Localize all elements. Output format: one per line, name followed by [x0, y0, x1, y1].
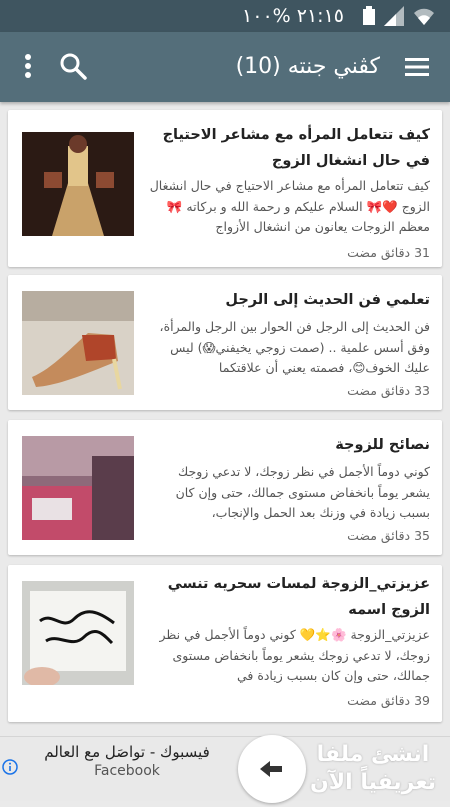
post-excerpt: كيف تتعامل المرأه مع مشاعر الاحتياج في ح…	[149, 178, 430, 234]
post-excerpt: عزيزتي_الزوجة 🌸⭐💛 كوني دوماً الأجمل في ن…	[159, 627, 430, 683]
page-title: كڤني جنته (10)	[235, 54, 380, 79]
post-thumbnail	[22, 436, 134, 540]
post-time: 31 دقائق مضت	[347, 245, 430, 260]
battery-icon	[363, 6, 375, 25]
more-options-icon[interactable]	[16, 51, 40, 81]
post-title: نصائح للزوجة	[335, 437, 430, 453]
ad-title: فيسبوك - تواصَل مع العالم	[44, 743, 210, 761]
ad-headline: انشئ ملفا تعريفياً الآن	[309, 742, 437, 795]
post-thumbnail	[22, 132, 134, 236]
search-icon[interactable]	[58, 51, 88, 81]
post-thumbnail	[22, 291, 134, 395]
post-list: كيف تتعامل المرأه مع مشاعر الاحتياج في ح…	[0, 102, 450, 736]
post-thumbnail	[22, 581, 134, 685]
post-title: كيف تتعامل المرأه مع مشاعر الاحتياج في ح…	[162, 127, 430, 169]
post-excerpt: كوني دوماً الأجمل في نظر زوجك، لا تدعي ز…	[175, 464, 430, 520]
post-time: 39 دقائق مضت	[347, 693, 430, 708]
ad-source: Facebook	[94, 763, 160, 779]
ad-text: فيسبوك - تواصَل مع العالم Facebook	[22, 743, 232, 779]
info-icon[interactable]	[2, 759, 18, 775]
signal-icon	[384, 6, 404, 26]
ad-banner[interactable]: فيسبوك - تواصَل مع العالم Facebook انشئ …	[0, 735, 450, 803]
wifi-icon	[414, 8, 434, 26]
status-time-battery: ٢١:١٥ %١٠٠	[242, 5, 344, 27]
post-title: تعلمي فن الحديث إلى الرجل	[225, 292, 430, 308]
post-card[interactable]: عزيزتي_الزوجة لمسات سحريه تنسي الزوج اسم…	[8, 565, 442, 722]
post-card[interactable]: كيف تتعامل المرأه مع مشاعر الاحتياج في ح…	[8, 110, 442, 267]
post-title: عزيزتي_الزوجة لمسات سحريه تنسي الزوج اسم…	[167, 576, 430, 618]
app-bar: كڤني جنته (10)	[0, 32, 450, 102]
menu-icon[interactable]	[402, 52, 432, 82]
post-card[interactable]: نصائح للزوجة كوني دوماً الأجمل في نظر زو…	[8, 420, 442, 555]
post-excerpt: فن الحديث إلى الرجل فن الحوار بين الرجل …	[159, 319, 430, 375]
post-time: 33 دقائق مضت	[347, 383, 430, 398]
status-bar: ٢١:١٥ %١٠٠	[0, 0, 450, 32]
ad-arrow-button[interactable]	[238, 735, 306, 803]
post-card[interactable]: تعلمي فن الحديث إلى الرجل فن الحديث إلى …	[8, 275, 442, 410]
arrow-left-icon	[260, 761, 282, 777]
post-time: 35 دقائق مضت	[347, 528, 430, 543]
